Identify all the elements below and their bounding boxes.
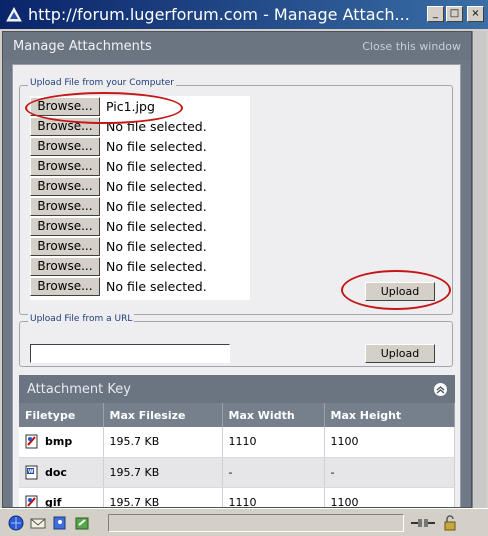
filesize-cell: 195.7 KB (103, 457, 223, 488)
filetype-cell: bmp (19, 427, 104, 458)
status-bar (0, 508, 488, 536)
file-name: No file selected. (106, 258, 207, 274)
file-row: Browse... No file selected. (30, 136, 250, 156)
page-title: Manage Attachments (13, 38, 152, 54)
column-header: Max Height (324, 403, 455, 427)
table-header-row: Filetype Max Filesize Max Width Max Heig… (19, 403, 455, 427)
height-cell: 1100 (324, 427, 455, 458)
annotation-ellipse-browse (25, 92, 183, 124)
browse-button[interactable]: Browse... (30, 156, 100, 176)
upload-url-button[interactable]: Upload (365, 344, 435, 363)
height-cell: 1100 (324, 487, 455, 507)
browse-button[interactable]: Browse... (30, 196, 100, 216)
window-title: http://forum.lugerforum.com - Manage Att… (28, 5, 410, 24)
file-name: No file selected. (106, 278, 207, 294)
mail-icon[interactable] (30, 515, 46, 531)
file-name: No file selected. (106, 218, 207, 234)
paint-file-icon (25, 434, 39, 449)
column-header: Max Filesize (103, 403, 223, 427)
maximize-button[interactable]: □ (446, 6, 463, 22)
filetype-label: gif (45, 495, 62, 508)
collapse-icon[interactable] (434, 382, 447, 396)
upload-url-legend: Upload File from a URL (28, 314, 135, 324)
file-name: No file selected. (106, 198, 207, 214)
lock-icon (442, 514, 458, 531)
file-row: Browse... No file selected. (30, 256, 250, 276)
image-file-icon (25, 495, 39, 507)
table-row: W doc 195.7 KB - - (19, 457, 455, 488)
column-header: Filetype (19, 403, 104, 427)
filesize-cell: 195.7 KB (103, 427, 223, 458)
file-row: Browse... No file selected. (30, 176, 250, 196)
browse-button[interactable]: Browse... (30, 236, 100, 256)
file-list: Browse... Pic1.jpg Browse... No file sel… (30, 96, 250, 300)
column-header: Max Width (222, 403, 325, 427)
filetype-label: bmp (45, 435, 73, 449)
window-title-bar[interactable]: http://forum.lugerforum.com - Manage Att… (0, 0, 488, 30)
file-name: No file selected. (106, 178, 207, 194)
file-row: Browse... No file selected. (30, 236, 250, 256)
table-row: gif 195.7 KB 1110 1100 (19, 487, 455, 508)
attachment-key: Attachment Key Filetype Max Filesize Max… (19, 375, 455, 508)
browser-app-icon (4, 5, 24, 25)
upload-url-fieldset: Upload File from a URL Upload (19, 314, 453, 367)
browse-button[interactable]: Browse... (30, 276, 100, 296)
file-name: No file selected. (106, 238, 207, 254)
word-document-icon: W (25, 465, 39, 480)
browse-button[interactable]: Browse... (30, 216, 100, 236)
file-row: Browse... No file selected. (30, 196, 250, 216)
table-row: bmp 195.7 KB 1110 1100 (19, 427, 455, 458)
file-name: No file selected. (106, 158, 207, 174)
width-cell: - (222, 457, 325, 488)
filetype-cell: W doc (19, 457, 104, 488)
file-row: Browse... No file selected. (30, 216, 250, 236)
vertical-scrollbar[interactable] (472, 31, 486, 508)
attachment-key-header: Attachment Key (19, 375, 455, 403)
browse-button[interactable]: Browse... (30, 176, 100, 196)
file-row: Browse... No file selected. (30, 156, 250, 176)
filetype-cell: gif (19, 487, 104, 508)
status-text-field (108, 513, 404, 532)
browse-button[interactable]: Browse... (30, 136, 100, 156)
svg-text:W: W (28, 469, 34, 475)
file-name: No file selected. (106, 138, 207, 154)
filetype-label: doc (45, 465, 67, 479)
upload-computer-legend: Upload File from your Computer (28, 78, 176, 88)
annotation-ellipse-upload (341, 270, 451, 310)
width-cell: 1110 (222, 427, 325, 458)
filesize-cell: 195.7 KB (103, 487, 223, 507)
composer-icon[interactable] (74, 515, 90, 531)
close-window-button[interactable]: × (467, 6, 484, 22)
minimize-button[interactable]: _ (427, 6, 444, 22)
url-input[interactable] (30, 344, 230, 363)
attachment-key-table: Filetype Max Filesize Max Width Max Heig… (19, 403, 455, 508)
height-cell: - (324, 457, 455, 488)
address-book-icon[interactable] (52, 515, 68, 531)
connection-icon (410, 515, 436, 531)
page-header: Manage Attachments Close this window (3, 32, 471, 60)
globe-icon[interactable] (8, 515, 24, 531)
browse-button[interactable]: Browse... (30, 256, 100, 276)
file-row: Browse... No file selected. (30, 276, 250, 296)
width-cell: 1110 (222, 487, 325, 507)
attachment-key-title: Attachment Key (27, 381, 131, 397)
close-window-link[interactable]: Close this window (362, 40, 461, 53)
